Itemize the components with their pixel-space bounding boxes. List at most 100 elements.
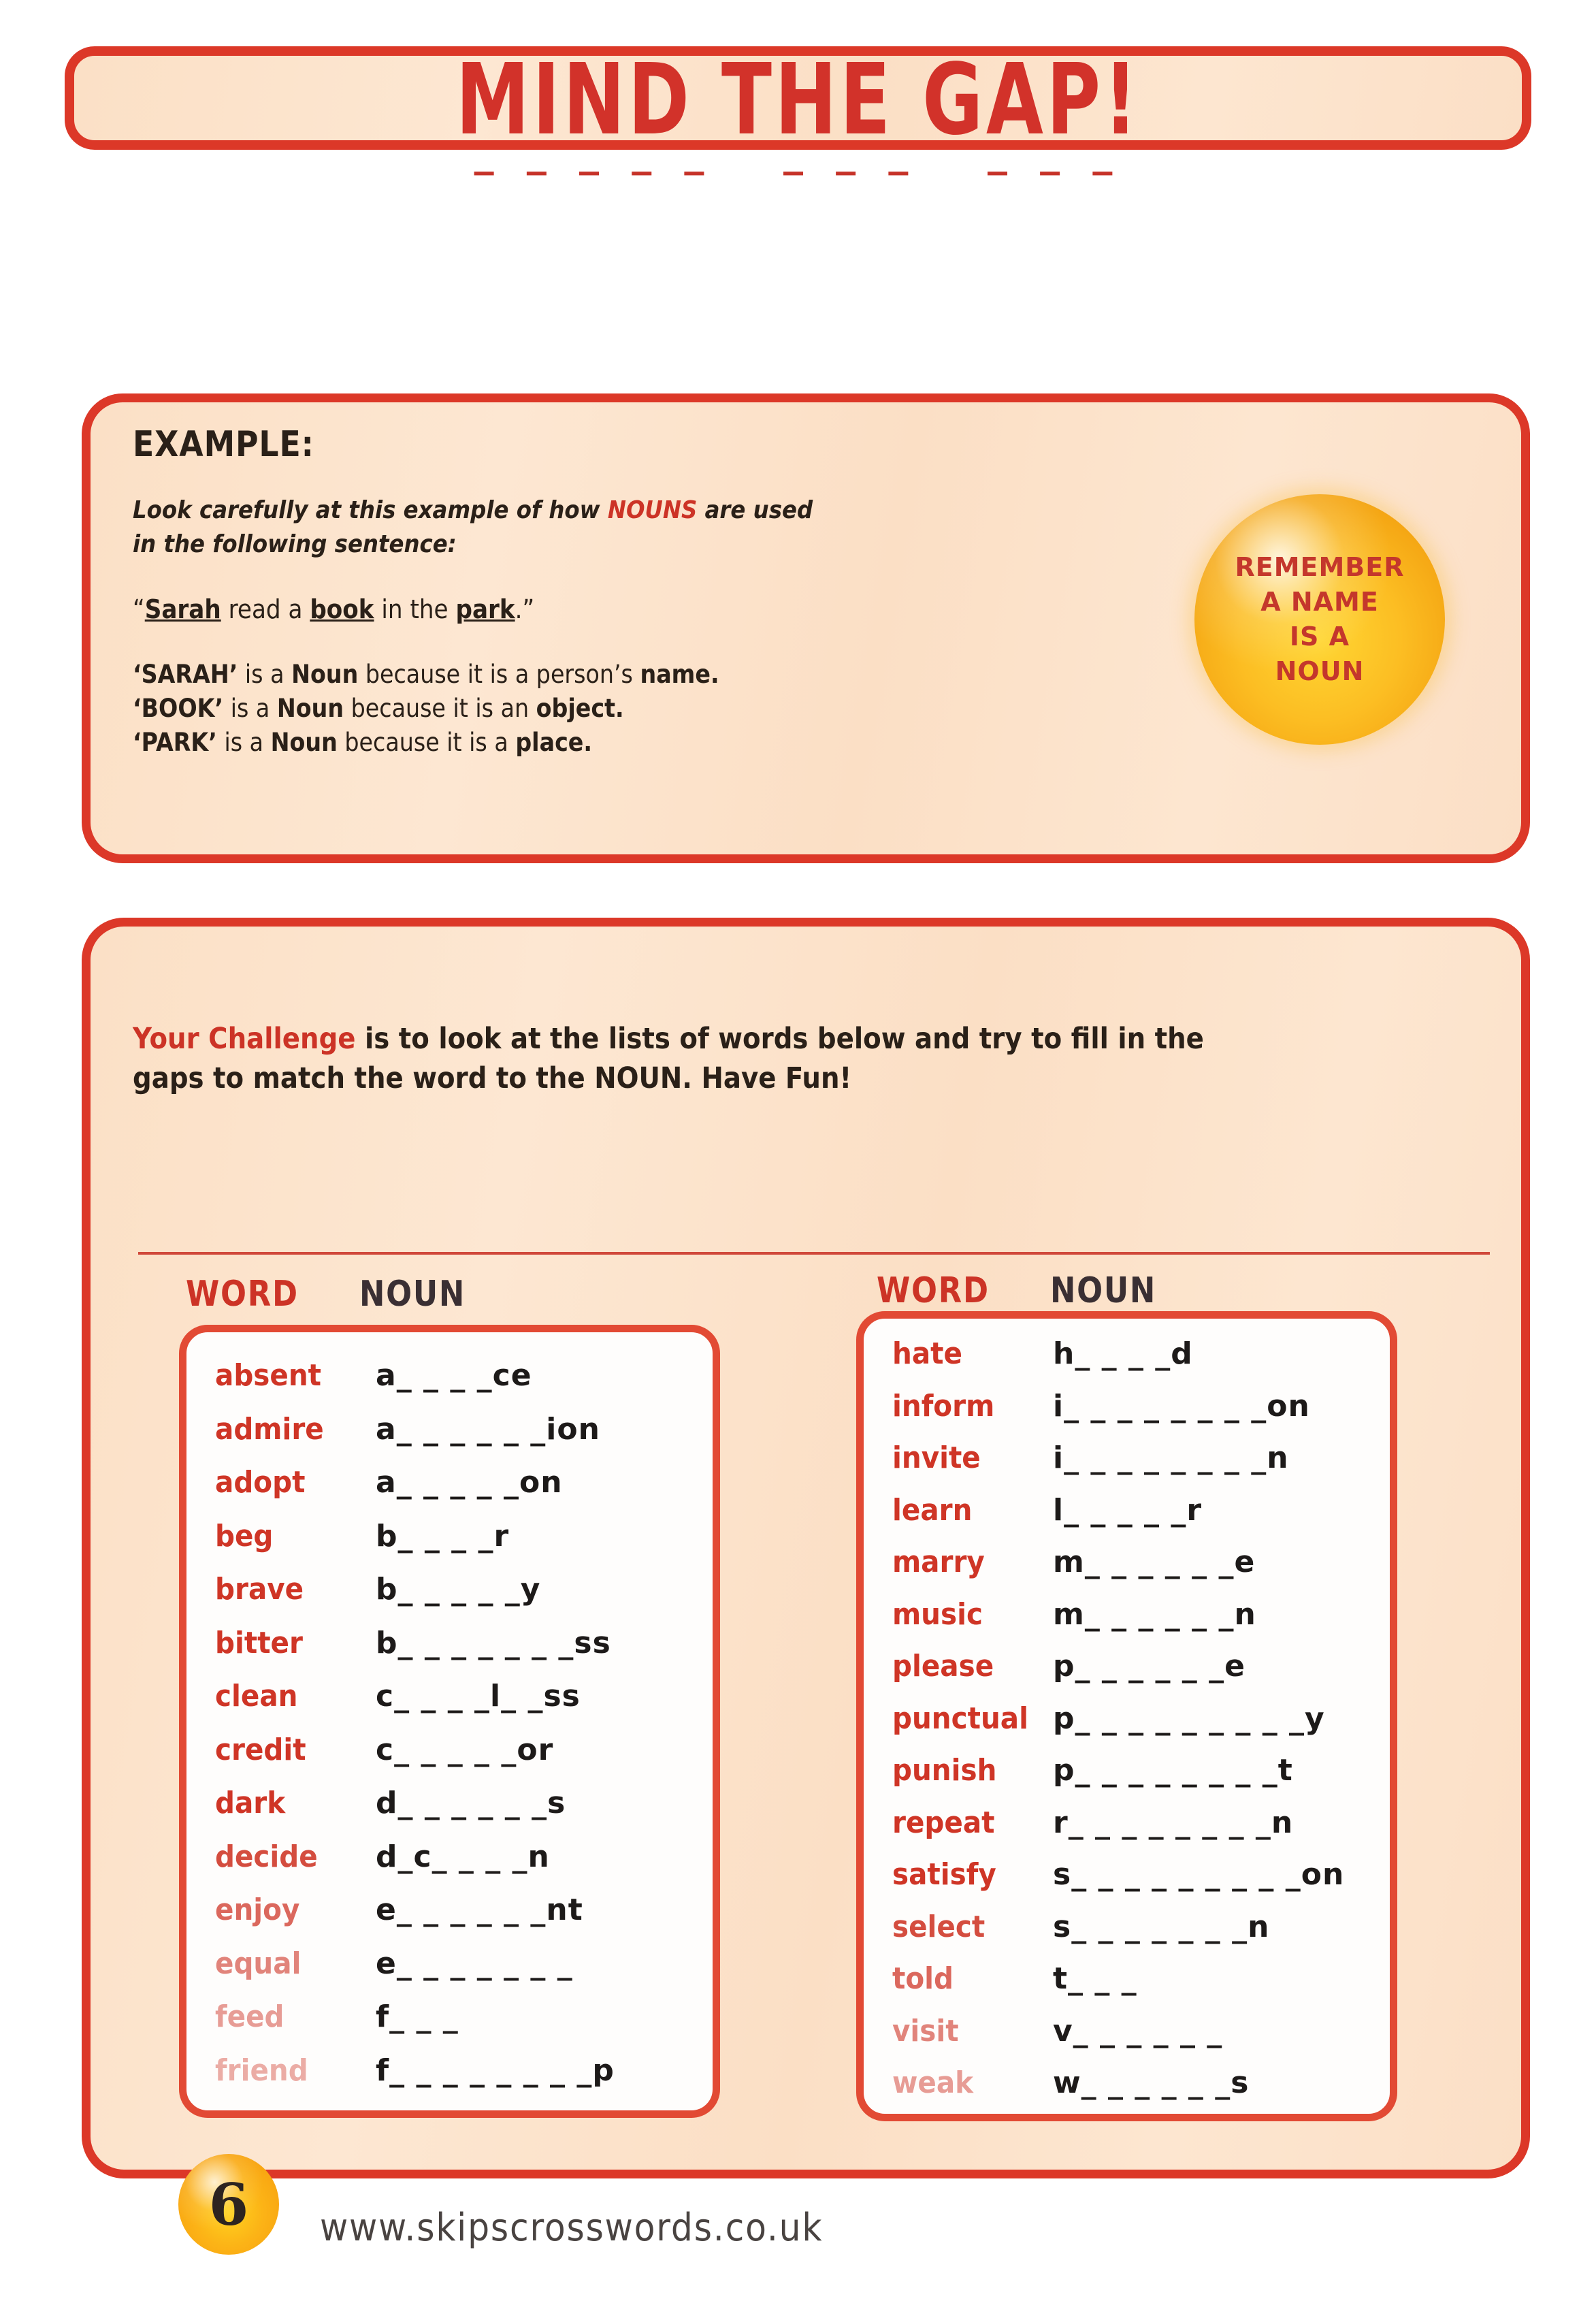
word-label: satisfy <box>892 1857 996 1892</box>
word-row: adopt a_ _ _ _ _on <box>186 1465 713 1509</box>
column-header-noun-left: NOUN <box>359 1274 466 1315</box>
word-row: clean c_ _ _ _l_ _ss <box>186 1679 713 1722</box>
word-label: admire <box>215 1411 324 1447</box>
noun-gap-pattern[interactable]: b_ _ _ _ _y <box>376 1572 540 1607</box>
noun-gap-pattern[interactable]: m_ _ _ _ _ _e <box>1053 1545 1255 1579</box>
noun-gap-pattern[interactable]: p_ _ _ _ _ _e <box>1053 1649 1245 1684</box>
word-label: beg <box>215 1518 274 1554</box>
word-row: dark d_ _ _ _ _ _s <box>186 1786 713 1829</box>
noun-gap-pattern[interactable]: v_ _ _ _ _ _ <box>1053 2014 1222 2048</box>
nouns-keyword: NOUNS <box>607 496 698 524</box>
noun-gap-pattern[interactable]: e_ _ _ _ _ _ _ <box>376 1946 573 1981</box>
word-row: punish p_ _ _ _ _ _ _ _t <box>864 1753 1390 1797</box>
column-header-word-left: WORD <box>186 1274 299 1315</box>
word-row: told t_ _ _ <box>864 1961 1390 2005</box>
example-reason-2: ‘BOOK’ is a Noun because it is an object… <box>133 694 624 723</box>
noun-gap-pattern[interactable]: s_ _ _ _ _ _ _ _ _on <box>1053 1857 1344 1892</box>
noun-gap-pattern[interactable]: f_ _ _ <box>376 1999 459 2034</box>
word-row: equal e_ _ _ _ _ _ _ <box>186 1946 713 1990</box>
word-row: bitter b_ _ _ _ _ _ _ss <box>186 1626 713 1669</box>
column-header-word-right: WORD <box>877 1270 990 1311</box>
word-row: inform i_ _ _ _ _ _ _ _on <box>864 1389 1390 1432</box>
word-label: credit <box>215 1732 306 1767</box>
word-label: adopt <box>215 1465 306 1500</box>
column-header-noun-right: NOUN <box>1050 1270 1157 1311</box>
noun-gap-pattern[interactable]: a_ _ _ _ _on <box>376 1465 563 1500</box>
word-row: feed f_ _ _ <box>186 1999 713 2043</box>
noun-gap-pattern[interactable]: b_ _ _ _ _ _ _ss <box>376 1626 611 1660</box>
badge-line-1: REMEMBER <box>1235 552 1405 583</box>
noun-gap-pattern[interactable]: t_ _ _ <box>1053 1961 1137 1996</box>
word-label: feed <box>215 1999 284 2034</box>
remember-badge: REMEMBER A NAME IS A NOUN <box>1194 494 1445 745</box>
word-row: brave b_ _ _ _ _y <box>186 1572 713 1615</box>
word-label: equal <box>215 1946 302 1981</box>
example-sentence: “Sarah read a book in the park.” <box>133 594 535 624</box>
noun-gap-pattern[interactable]: f_ _ _ _ _ _ _ _p <box>376 2053 615 2088</box>
word-row: friend f_ _ _ _ _ _ _ _p <box>186 2053 713 2097</box>
word-label: bitter <box>215 1625 303 1660</box>
noun-gap-pattern[interactable]: c_ _ _ _ _or <box>376 1733 553 1767</box>
noun-gap-pattern[interactable]: i_ _ _ _ _ _ _ _n <box>1053 1441 1289 1475</box>
noun-gap-pattern[interactable]: d_ _ _ _ _ _s <box>376 1786 566 1820</box>
noun-gap-pattern[interactable]: l_ _ _ _ _r <box>1053 1493 1202 1528</box>
word-label: weak <box>892 2065 974 2100</box>
noun-gap-pattern[interactable]: s_ _ _ _ _ _ _n <box>1053 1910 1269 1944</box>
word-label: clean <box>215 1679 298 1713</box>
word-list-box-right: hate h_ _ _ _d inform i_ _ _ _ _ _ _ _oninv… <box>856 1311 1397 2121</box>
noun-gap-pattern[interactable]: b_ _ _ _r <box>376 1519 509 1554</box>
noun-gap-pattern[interactable]: m_ _ _ _ _ _n <box>1053 1597 1256 1632</box>
noun-gap-pattern[interactable]: a_ _ _ _ce <box>376 1358 532 1393</box>
noun-gap-pattern[interactable]: d_c_ _ _ _n <box>376 1839 550 1874</box>
word-list-box-left: absent a_ _ _ _ceadmire a_ _ _ _ _ _ionado… <box>179 1325 720 2118</box>
horizontal-divider <box>138 1252 1490 1255</box>
noun-gap-pattern[interactable]: r_ _ _ _ _ _ _ _n <box>1053 1805 1293 1840</box>
challenge-line-1-rest: is to look at the lists of words below a… <box>355 1022 1204 1056</box>
challenge-accent: Your Challenge <box>133 1022 356 1056</box>
word-label: select <box>892 1909 986 1944</box>
noun-gap-pattern[interactable]: w_ _ _ _ _ _s <box>1053 2065 1249 2100</box>
word-label: visit <box>892 2013 959 2048</box>
word-row: hate h_ _ _ _d <box>864 1336 1390 1380</box>
page-number-badge: 6 <box>178 2154 279 2255</box>
word-row: enjoy e_ _ _ _ _ _nt <box>186 1893 713 1936</box>
word-label: please <box>892 1649 994 1684</box>
example-reason-3: ‘PARK’ is a Noun because it is a place. <box>133 728 593 757</box>
word-label: enjoy <box>215 1893 300 1927</box>
noun-gap-pattern[interactable]: e_ _ _ _ _ _nt <box>376 1893 583 1927</box>
example-intro-line-1: Look carefully at this example of how NO… <box>133 496 813 524</box>
noun-gap-pattern[interactable]: a_ _ _ _ _ _ion <box>376 1412 600 1447</box>
word-label: told <box>892 1961 954 1996</box>
example-intro-line-2: in the following sentence: <box>133 530 457 558</box>
word-label: repeat <box>892 1805 995 1840</box>
noun-gap-pattern[interactable]: p_ _ _ _ _ _ _ _ _y <box>1053 1701 1325 1736</box>
word-label: learn <box>892 1492 973 1528</box>
noun-gap-pattern[interactable]: h_ _ _ _d <box>1053 1336 1193 1371</box>
word-row: music m_ _ _ _ _ _n <box>864 1597 1390 1641</box>
title-banner: MIND THE GAP! _ _ _ _ _ _ _ _ _ _ _ <box>65 46 1531 176</box>
badge-line-3: IS A <box>1289 622 1350 651</box>
word-row: absent a_ _ _ _ce <box>186 1358 713 1402</box>
page-number: 6 <box>208 2170 249 2238</box>
word-label: music <box>892 1596 983 1632</box>
word-label: punctual <box>892 1701 1028 1736</box>
badge-line-4: NOUN <box>1275 656 1365 686</box>
noun-gap-pattern[interactable]: c_ _ _ _l_ _ss <box>376 1679 581 1713</box>
word-row: credit c_ _ _ _ _or <box>186 1733 713 1776</box>
word-row: satisfy s_ _ _ _ _ _ _ _ _on <box>864 1857 1390 1901</box>
word-label: invite <box>892 1441 981 1475</box>
title-dashes-decoration: _ _ _ _ _ _ _ _ _ _ _ <box>474 129 1122 176</box>
word-label: brave <box>215 1572 304 1607</box>
word-row: decide d_c_ _ _ _n <box>186 1839 713 1883</box>
word-row: weak w_ _ _ _ _ _s <box>864 2065 1390 2109</box>
challenge-line-2: gaps to match the word to the NOUN. Have… <box>133 1061 852 1095</box>
example-reason-1: ‘SARAH’ is a Noun because it is a person… <box>133 660 719 689</box>
word-label: decide <box>215 1839 318 1874</box>
word-row: admire a_ _ _ _ _ _ion <box>186 1412 713 1455</box>
noun-gap-pattern[interactable]: p_ _ _ _ _ _ _ _t <box>1053 1753 1293 1788</box>
noun-gap-pattern[interactable]: i_ _ _ _ _ _ _ _on <box>1053 1389 1310 1423</box>
word-label: hate <box>892 1336 962 1371</box>
word-row: select s_ _ _ _ _ _ _n <box>864 1910 1390 1953</box>
title-wrap: MIND THE GAP! <box>74 50 1522 148</box>
word-label: punish <box>892 1753 997 1788</box>
